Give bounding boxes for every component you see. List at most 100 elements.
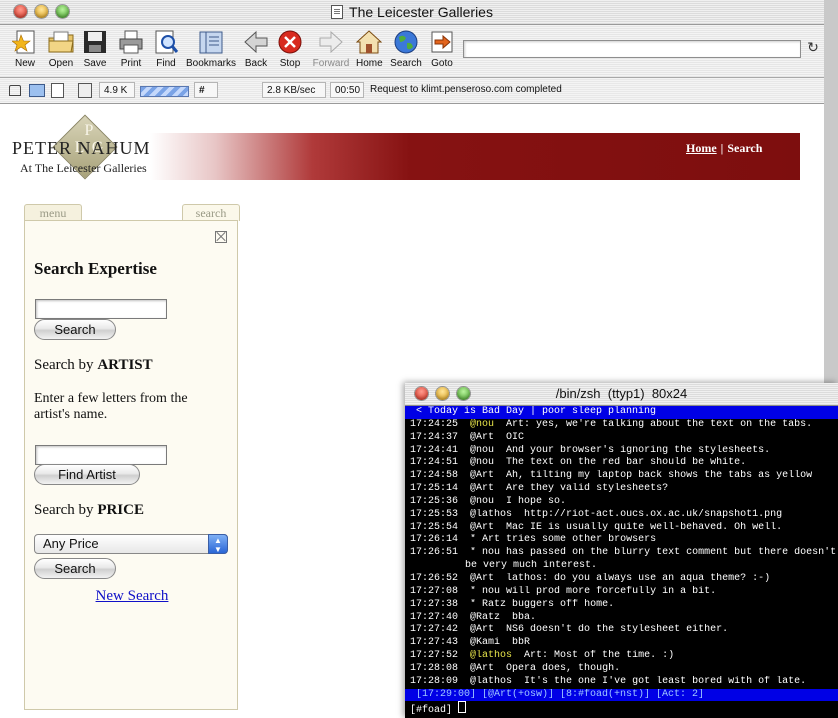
irc-message: 17:24:25 @nou Art: yes, we're talking ab…: [405, 419, 838, 432]
save-button[interactable]: Save: [82, 29, 108, 69]
view-source-icon[interactable]: [78, 83, 92, 98]
find-label: Find: [156, 58, 176, 69]
irc-nick: @Art: [470, 572, 495, 584]
irc-timestamp: 17:25:54: [410, 521, 459, 533]
browser-toolbar: New Open Save Print Find Bookmarks Back: [0, 25, 824, 78]
back-button[interactable]: Back: [243, 29, 269, 69]
search-toolbar-label: Search: [390, 58, 422, 69]
new-button[interactable]: New: [11, 29, 38, 69]
terminal-title: /bin/zsh (ttyp1) 80x24: [555, 386, 688, 401]
goto-label: Goto: [431, 58, 453, 69]
new-search-link[interactable]: New Search: [25, 588, 239, 605]
irc-nick: @nou: [470, 444, 495, 456]
page-info-icon[interactable]: [51, 83, 64, 98]
download-size: 4.9 K: [99, 82, 135, 98]
irc-message-list: 17:24:25 @nou Art: yes, we're talking ab…: [405, 419, 838, 689]
irc-nick: @nou: [470, 418, 495, 430]
irc-timestamp: 17:24:58: [410, 470, 459, 482]
irc-nick: @nou: [470, 495, 495, 507]
price-select[interactable]: Any Price ▲ ▼: [34, 534, 228, 554]
artist-search-input[interactable]: [35, 445, 167, 465]
online-icon[interactable]: [29, 84, 45, 97]
window-title: The Leicester Galleries: [0, 4, 824, 20]
tab-menu[interactable]: menu: [24, 204, 82, 221]
folder-icon: [48, 29, 74, 55]
irc-message: 17:27:08 * nou will prod more forcefully…: [405, 586, 838, 599]
irc-message-text: NS6 doesn't do the stylesheet either.: [494, 624, 729, 636]
new-label: New: [14, 58, 35, 69]
search-by-artist-heading: Search by ARTIST: [34, 357, 153, 374]
search-expertise-heading: Search Expertise: [34, 259, 157, 278]
lock-icon[interactable]: [9, 85, 21, 96]
disk-icon: [82, 29, 108, 55]
irc-message: 17:26:52 @Art lathos: do you always use …: [405, 573, 838, 586]
url-input[interactable]: [463, 40, 801, 58]
irc-message: 17:25:36 @nou I hope so.: [405, 496, 838, 509]
irc-timestamp: 17:25:14: [410, 483, 459, 495]
irc-prompt[interactable]: [#foad]: [405, 701, 838, 714]
search-by-price-heading: Search by PRICE: [34, 502, 144, 519]
status-message: Request to klimt.penseroso.com completed: [366, 82, 796, 98]
bookmarks-icon: [198, 29, 224, 55]
irc-message: 17:25:54 @Art Mac IE is usually quite we…: [405, 522, 838, 535]
header-nav: Home | Search: [686, 141, 762, 156]
irc-message-text: Art: Most of the time. :): [512, 650, 675, 662]
search-by-artist-strong: ARTIST: [97, 357, 153, 373]
globe-icon: [393, 29, 419, 55]
download-size-text: 4.9 K: [104, 85, 128, 96]
price-search-button[interactable]: Search: [34, 558, 116, 579]
expertise-search-button[interactable]: Search: [34, 319, 116, 340]
document-icon: [331, 5, 344, 19]
print-button[interactable]: Print: [117, 29, 145, 69]
forward-button[interactable]: Forward: [310, 29, 352, 69]
open-button[interactable]: Open: [46, 29, 76, 69]
irc-nick: @lathos: [470, 675, 513, 687]
nav-search-link[interactable]: Search: [727, 141, 762, 155]
irc-message: 17:27:43 @Kami bbR: [405, 637, 838, 650]
irc-status-bar: [17:29:00] [@Art(+osw)] [8:#foad(+nst)] …: [405, 688, 838, 702]
close-panel-icon[interactable]: [215, 231, 227, 243]
price-select-value: Any Price: [43, 536, 99, 551]
find-artist-button[interactable]: Find Artist: [34, 464, 140, 485]
find-button[interactable]: Find: [153, 29, 179, 69]
irc-prompt-text: [#foad]: [410, 705, 459, 715]
terminal-titlebar[interactable]: /bin/zsh (ttyp1) 80x24: [405, 383, 838, 406]
irc-message-text: lathos: do you always use an aqua theme?…: [494, 572, 771, 584]
browser-titlebar[interactable]: The Leicester Galleries: [0, 0, 824, 25]
back-label: Back: [244, 58, 268, 69]
irc-message-text: nou will prod more forcefully in a bit.: [476, 585, 717, 597]
irc-message: 17:25:14 @Art Are they valid stylesheets…: [405, 483, 838, 496]
irc-message: 17:24:51 @nou The text on the red bar sh…: [405, 457, 838, 470]
irc-message-text: bba.: [500, 611, 537, 623]
nav-home-link[interactable]: Home: [686, 141, 717, 155]
search-panel-body: Search Expertise Search Search by ARTIST…: [24, 220, 238, 710]
reload-icon[interactable]: ↻: [805, 39, 821, 55]
irc-timestamp: 17:25:53: [410, 508, 459, 520]
hash-icon[interactable]: #: [194, 82, 218, 98]
irc-message: 17:27:42 @Art NS6 doesn't do the stylesh…: [405, 624, 838, 637]
terminal-cursor: [458, 701, 467, 714]
irc-nick: @Art: [470, 470, 495, 482]
forward-arrow-icon: [318, 29, 344, 55]
irc-timestamp: 17:27:08: [410, 585, 459, 597]
irc-message-text: Art: yes, we're talking about the text o…: [494, 418, 813, 430]
bookmarks-button[interactable]: Bookmarks: [185, 29, 237, 69]
printer-icon: [118, 29, 144, 55]
irc-message-text: And your browser's ignoring the styleshe…: [494, 444, 771, 456]
irc-message: 17:24:41 @nou And your browser's ignorin…: [405, 445, 838, 458]
home-icon: [355, 29, 383, 55]
irc-timestamp: 17:28:08: [410, 662, 459, 674]
home-button[interactable]: Home: [355, 29, 383, 69]
save-label: Save: [83, 58, 107, 69]
stop-button[interactable]: Stop: [277, 29, 303, 69]
stop-icon: [277, 29, 303, 55]
goto-button[interactable]: Goto: [429, 29, 455, 69]
expertise-search-input[interactable]: [35, 299, 167, 319]
terminal-output[interactable]: < Today is Bad Day | poor sleep planning…: [405, 406, 838, 718]
tab-search[interactable]: search: [182, 204, 240, 221]
site-logo[interactable]: PETER NAHUM At The Leicester Galleries: [12, 138, 151, 176]
bookmarks-label: Bookmarks: [185, 58, 236, 69]
irc-message-text: The text on the red bar should be white.: [494, 457, 747, 469]
search-toolbar-button[interactable]: Search: [389, 29, 423, 69]
new-star-icon: [11, 29, 38, 55]
